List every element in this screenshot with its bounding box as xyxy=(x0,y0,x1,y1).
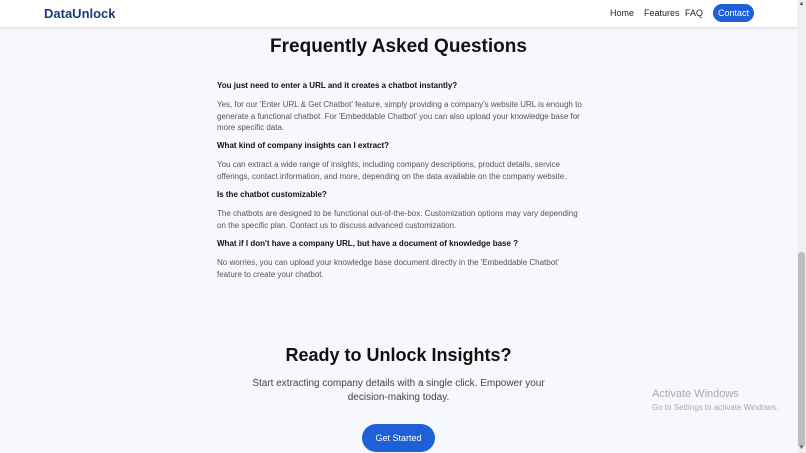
top-navbar: DataUnlock Home Features FAQ Contact xyxy=(0,0,797,27)
windows-activation-watermark: Activate Windows Go to Settings to activ… xyxy=(652,388,778,412)
nav-link-features[interactable]: Features xyxy=(644,8,680,18)
faq-answer: No worries, you can upload your knowledg… xyxy=(217,258,559,279)
faq-question: What if I don't have a company URL, but … xyxy=(217,239,519,248)
nav-link-faq[interactable]: FAQ xyxy=(685,8,703,18)
nav-link-home[interactable]: Home xyxy=(610,8,634,18)
scrollbar-thumb[interactable] xyxy=(798,252,805,447)
faq-item-no-url: What if I don't have a company URL, but … xyxy=(217,239,583,280)
watermark-title: Activate Windows xyxy=(652,388,739,400)
page-scrollbar[interactable]: ▲ ▼ xyxy=(797,0,806,453)
get-started-button[interactable]: Get Started xyxy=(362,424,435,452)
contact-button[interactable]: Contact xyxy=(713,4,754,22)
brand-logo[interactable]: DataUnlock xyxy=(44,6,116,21)
watermark-subtitle: Go to Settings to activate Windows. xyxy=(652,403,779,412)
faq-title: Frequently Asked Questions xyxy=(270,36,527,57)
cta-subtitle: Start extracting company details with a … xyxy=(252,378,545,403)
faq-question: What kind of company insights can I extr… xyxy=(217,141,390,150)
arrow-down-icon[interactable]: ▼ xyxy=(797,444,806,453)
faq-answer: Yes, for our 'Enter URL & Get Chatbot' f… xyxy=(217,100,582,132)
faq-question: Is the chatbot customizable? xyxy=(217,190,327,199)
faq-item-customizable: Is the chatbot customizable? The chatbot… xyxy=(217,190,583,231)
faq-question: You just need to enter a URL and it crea… xyxy=(217,81,458,90)
faq-item-company-insights: What kind of company insights can I extr… xyxy=(217,141,583,182)
cta-title: Ready to Unlock Insights? xyxy=(285,345,512,365)
faq-item-url-chatbot: You just need to enter a URL and it crea… xyxy=(217,81,583,134)
faq-answer: The chatbots are designed to be function… xyxy=(217,209,578,230)
arrow-up-icon[interactable]: ▲ xyxy=(797,0,806,9)
faq-answer: You can extract a wide range of insights… xyxy=(217,160,567,181)
